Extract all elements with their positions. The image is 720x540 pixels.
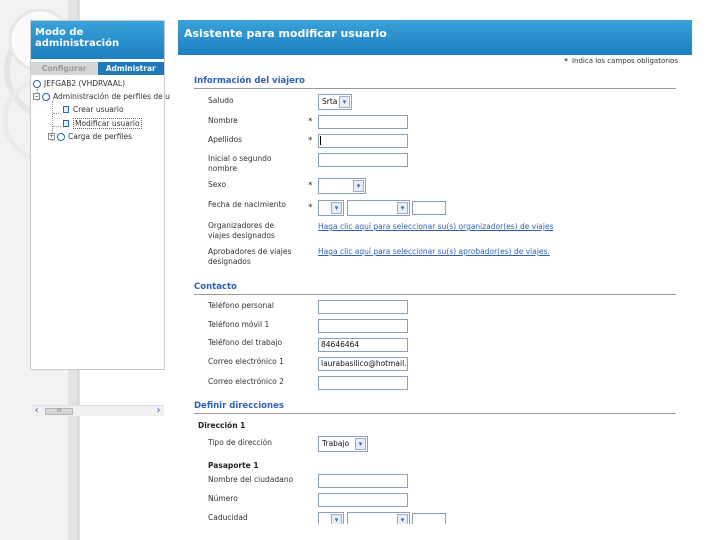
- aprobadores-label-line-1: Aprobadores de viajes: [208, 247, 292, 256]
- required-fields-note: * Indica los campos obligatorios: [564, 57, 678, 65]
- numero-field[interactable]: [318, 493, 408, 507]
- required-star: *: [564, 57, 568, 65]
- scroll-thumb[interactable]: III: [45, 408, 73, 415]
- tipo-direccion-select[interactable]: Trabajo ▾: [318, 436, 368, 452]
- fecha-nacimiento-label: Fecha de nacimiento: [208, 200, 286, 209]
- profile-tree: JEFGAB2 (VHDRVAAL) − Administración de p…: [31, 75, 170, 416]
- saludo-value: Srta: [322, 97, 338, 106]
- tree-node-admin-profiles[interactable]: − Administración de perfiles de u: [33, 92, 170, 101]
- admin-mode-panel: Modo de administración Configurar Admini…: [30, 20, 170, 416]
- expiry-day-select[interactable]: ▾: [318, 512, 344, 524]
- tree-node-crear-usuario[interactable]: Crear usuario: [63, 105, 124, 114]
- section-addresses: Definir direcciones: [194, 401, 676, 414]
- chevron-down-icon: ▾: [397, 514, 408, 524]
- birth-year-field[interactable]: [412, 201, 446, 215]
- tel-movil-field[interactable]: [318, 319, 408, 333]
- correo2-label: Correo electrónico 2: [208, 377, 284, 386]
- tel-personal-field[interactable]: [318, 300, 408, 314]
- tel-movil-label: Teléfono móvil 1: [208, 320, 270, 329]
- tel-trabajo-label: Teléfono del trabajo: [208, 338, 283, 347]
- page-icon: [63, 120, 69, 127]
- inicial-label-line-2: nombre: [208, 164, 237, 173]
- tree-node-label: Administración de perfiles de u: [53, 92, 170, 101]
- nombre-field[interactable]: [318, 115, 408, 129]
- direccion-title: Dirección 1: [198, 421, 246, 430]
- correo2-field[interactable]: [318, 376, 408, 390]
- expiry-month-select[interactable]: ▾: [347, 512, 410, 524]
- tree-node-label: Modificar usuario: [73, 118, 142, 129]
- modify-user-wizard: Asistente para modificar usuario * Indica…: [178, 20, 692, 524]
- wizard-title: Asistente para modificar usuario: [178, 20, 692, 55]
- globe-icon: [57, 132, 65, 141]
- admin-mode-tabs: Configurar Administrar: [31, 62, 164, 75]
- tipo-direccion-value: Trabajo: [322, 439, 350, 448]
- required-star: *: [308, 117, 313, 127]
- caducidad-label: Caducidad: [208, 513, 248, 522]
- correo1-field[interactable]: laurabasilico@hotmail.com: [318, 357, 408, 371]
- required-star: *: [308, 181, 313, 191]
- chevron-down-icon: ▾: [331, 202, 342, 214]
- tree-node-modificar-usuario[interactable]: Modificar usuario: [63, 118, 142, 129]
- inicial-label: Inicial o segundo nombre: [208, 154, 271, 174]
- page-icon: [63, 106, 69, 113]
- select-approvers-link[interactable]: Haga clic aquí para seleccionar su(s) ap…: [318, 247, 550, 256]
- chevron-down-icon: ▾: [355, 438, 366, 450]
- chevron-down-icon: ▾: [353, 180, 364, 192]
- tree-line: [53, 126, 61, 127]
- required-note-text: Indica los campos obligatorios: [571, 57, 678, 65]
- select-organizers-link[interactable]: Haga clic aquí para seleccionar su(s) or…: [318, 222, 553, 231]
- ciudadano-field[interactable]: [318, 474, 408, 488]
- birth-month-select[interactable]: ▾: [347, 200, 410, 216]
- numero-label: Número: [208, 494, 238, 503]
- sexo-select[interactable]: ▾: [318, 178, 366, 194]
- tel-personal-label: Teléfono personal: [208, 301, 274, 310]
- organizadores-label-line-1: Organizadores de: [208, 221, 275, 230]
- saludo-label: Saludo: [208, 96, 234, 105]
- tab-configurar[interactable]: Configurar: [31, 62, 98, 75]
- chevron-down-icon: ▾: [397, 202, 408, 214]
- section-traveler-info: Información del viajero: [194, 76, 676, 89]
- tree-line: [53, 113, 61, 114]
- scroll-right-icon[interactable]: ›: [153, 406, 164, 417]
- collapse-icon[interactable]: −: [33, 93, 40, 100]
- section-contact: Contacto: [194, 282, 676, 295]
- expiry-year-field[interactable]: [412, 513, 446, 524]
- apellidos-label: Apellidos: [208, 135, 243, 144]
- tree-node-carga-perfiles[interactable]: + Carga de perfiles: [48, 132, 132, 141]
- sexo-label: Sexo: [208, 180, 227, 189]
- required-star: *: [308, 203, 313, 213]
- chevron-down-icon: ▾: [339, 96, 350, 108]
- admin-mode-title: Modo de administración: [31, 21, 164, 59]
- inicial-field[interactable]: [318, 153, 408, 167]
- apellidos-field[interactable]: [318, 134, 408, 148]
- pasaporte-title: Pasaporte 1: [208, 461, 259, 470]
- tab-administrar[interactable]: Administrar: [97, 62, 164, 75]
- nombre-label: Nombre: [208, 116, 238, 125]
- organizadores-label-line-2: viajes designados: [208, 231, 275, 240]
- text-cursor: [320, 136, 321, 145]
- tree-node-label: Carga de perfiles: [68, 132, 133, 141]
- correo1-label: Correo electrónico 1: [208, 357, 284, 366]
- tree-node-label: JEFGAB2 (VHDRVAAL): [44, 79, 126, 88]
- ciudadano-label: Nombre del ciudadano: [208, 475, 294, 484]
- aprobadores-label: Aprobadores de viajes designados: [208, 247, 291, 267]
- saludo-select[interactable]: Srta ▾: [318, 94, 352, 110]
- chevron-down-icon: ▾: [331, 514, 342, 524]
- tree-node-root[interactable]: JEFGAB2 (VHDRVAAL): [33, 79, 125, 88]
- required-star: *: [308, 136, 313, 146]
- organizadores-label: Organizadores de viajes designados: [208, 221, 275, 241]
- birth-day-select[interactable]: ▾: [318, 200, 344, 216]
- globe-icon: [33, 79, 41, 88]
- tel-trabajo-field[interactable]: 84646464: [318, 338, 408, 352]
- inicial-label-line-1: Inicial o segundo: [208, 154, 272, 163]
- globe-icon: [42, 92, 50, 101]
- scroll-left-icon[interactable]: ‹: [31, 406, 42, 417]
- tree-node-label: Crear usuario: [73, 105, 124, 114]
- horizontal-scrollbar[interactable]: ‹ III ›: [31, 405, 164, 416]
- tipo-direccion-label: Tipo de dirección: [208, 438, 272, 447]
- aprobadores-label-line-2: designados: [208, 257, 251, 266]
- expand-icon[interactable]: +: [48, 133, 55, 140]
